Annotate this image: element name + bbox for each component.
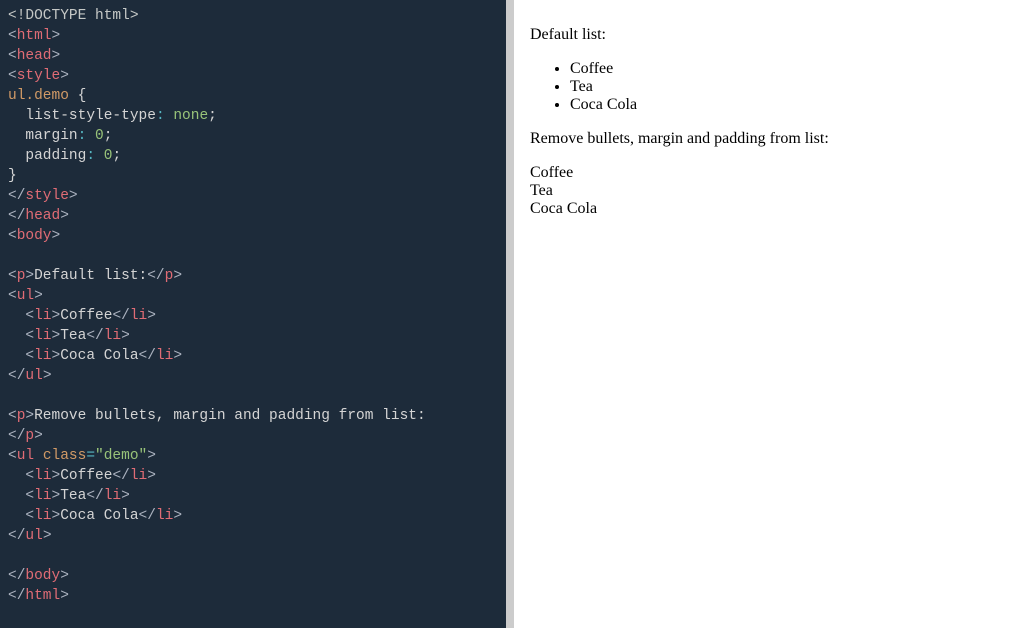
code-tag-ul: ul [17, 288, 34, 304]
code-text: Tea [60, 488, 86, 504]
list-item: Tea [530, 182, 997, 200]
code-text: Coca Cola [60, 348, 138, 364]
code-tag-head-close: head [25, 208, 60, 224]
code-css-selector: ul [8, 88, 25, 104]
preview-heading-default: Default list: [530, 26, 997, 44]
code-tag-body-close: body [25, 568, 60, 584]
list-item: Tea [570, 78, 997, 96]
code-tag-html: html [17, 28, 52, 44]
code-attr-value: "demo" [95, 448, 147, 464]
preview-list-demo: Coffee Tea Coca Cola [530, 164, 997, 218]
code-css-value: 0 [95, 148, 112, 164]
code-editor-panel[interactable]: <!DOCTYPE html> <html> <head> <style> ul… [0, 0, 506, 628]
list-item: Coca Cola [530, 200, 997, 218]
code-attr-name: class [43, 448, 87, 464]
code-text: Remove bullets, margin and padding from … [34, 408, 426, 424]
code-tag-head: head [17, 48, 52, 64]
preview-list-default: Coffee Tea Coca Cola [530, 60, 997, 114]
code-text: Tea [60, 328, 86, 344]
code-tag-style-close: style [25, 188, 69, 204]
code-text: Default list: [34, 268, 147, 284]
preview-heading-demo: Remove bullets, margin and padding from … [530, 130, 997, 148]
code-css-prop: margin [8, 128, 78, 144]
list-item: Coffee [530, 164, 997, 182]
code-tag-style: style [17, 68, 61, 84]
code-css-class: .demo [25, 88, 69, 104]
code-tag-li: li [34, 308, 51, 324]
preview-panel: Default list: Coffee Tea Coca Cola Remov… [506, 0, 1013, 628]
code-css-prop: list-style-type [8, 108, 156, 124]
code-css-value: none [165, 108, 209, 124]
code-css-value: 0 [86, 128, 103, 144]
list-item: Coca Cola [570, 96, 997, 114]
code-text: Coffee [60, 308, 112, 324]
code-tag-body: body [17, 228, 52, 244]
code-text: Coffee [60, 468, 112, 484]
code-doctype: <!DOCTYPE html> [8, 8, 139, 24]
code-tag-html-close: html [25, 588, 60, 604]
list-item: Coffee [570, 60, 997, 78]
code-css-prop: padding [8, 148, 86, 164]
code-text: Coca Cola [60, 508, 138, 524]
